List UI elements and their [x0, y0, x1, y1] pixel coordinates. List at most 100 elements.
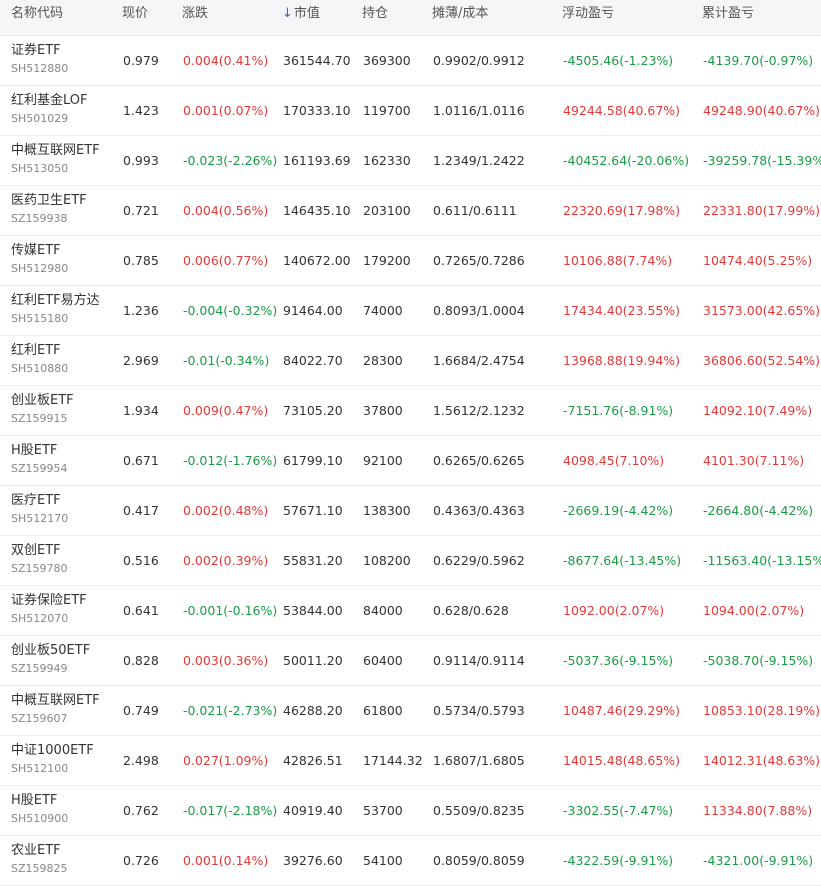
position-qty: 119700 — [363, 103, 411, 118]
table-row[interactable]: 红利基金LOF SH501029 1.423 0.001(0.07%) 1703… — [0, 86, 821, 136]
table-row[interactable]: 中概互联网ETF SH513050 0.993 -0.023(-2.26%) 1… — [0, 136, 821, 186]
current-price: 0.417 — [123, 503, 159, 518]
fund-name-code: 红利ETF易方达 SH515180 — [11, 291, 100, 327]
table-row[interactable]: 中概互联网ETF SZ159607 0.749 -0.021(-2.73%) 4… — [0, 686, 821, 736]
current-price: 1.934 — [123, 403, 159, 418]
header-price[interactable]: 现价 — [122, 0, 148, 28]
fund-name: 创业板ETF — [11, 393, 74, 408]
fund-name: 红利基金LOF — [11, 93, 88, 108]
current-price: 0.641 — [123, 603, 159, 618]
fund-code: SZ159954 — [11, 462, 68, 475]
table-row[interactable]: 医疗ETF SH512170 0.417 0.002(0.48%) 57671.… — [0, 486, 821, 536]
market-value: 170333.10 — [283, 103, 351, 118]
header-name-code[interactable]: 名称代码 — [11, 0, 63, 28]
current-price: 0.785 — [123, 253, 159, 268]
fund-name-code: 医疗ETF SH512170 — [11, 491, 68, 527]
header-total-pl[interactable]: 累计盈亏 — [702, 0, 754, 28]
cumulative-pl: 36806.60(52.54%) — [703, 353, 821, 368]
cumulative-pl: -39259.78(-15.39%) — [703, 153, 821, 168]
current-price: 0.979 — [123, 53, 159, 68]
position-qty: 54100 — [363, 853, 403, 868]
market-value: 61799.10 — [283, 453, 343, 468]
market-value: 39276.60 — [283, 853, 343, 868]
floating-pl: 10106.88(7.74%) — [563, 253, 673, 268]
table-row[interactable]: 红利ETF易方达 SH515180 1.236 -0.004(-0.32%) 9… — [0, 286, 821, 336]
fund-name-code: 红利基金LOF SH501029 — [11, 91, 88, 127]
holdings-list: 证券ETF SH512880 0.979 0.004(0.41%) 361544… — [0, 36, 821, 886]
fund-name-code: 创业板50ETF SZ159949 — [11, 641, 90, 677]
price-change: 0.003(0.36%) — [183, 653, 269, 668]
floating-pl: 13968.88(19.94%) — [563, 353, 681, 368]
header-market-value[interactable]: ↓市值 — [282, 0, 320, 28]
header-float-pl[interactable]: 浮动盈亏 — [562, 0, 614, 28]
fund-name-code: 证券保险ETF SH512070 — [11, 591, 87, 627]
price-change: -0.001(-0.16%) — [183, 603, 278, 618]
table-row[interactable]: 证券保险ETF SH512070 0.641 -0.001(-0.16%) 53… — [0, 586, 821, 636]
cost-basis: 0.628/0.628 — [433, 603, 509, 618]
position-qty: 108200 — [363, 553, 411, 568]
header-position[interactable]: 持仓 — [362, 0, 388, 28]
table-row[interactable]: H股ETF SH510900 0.762 -0.017(-2.18%) 4091… — [0, 786, 821, 836]
market-value: 57671.10 — [283, 503, 343, 518]
table-row[interactable]: 双创ETF SZ159780 0.516 0.002(0.39%) 55831.… — [0, 536, 821, 586]
fund-code: SZ159607 — [11, 712, 68, 725]
cumulative-pl: -4139.70(-0.97%) — [703, 53, 814, 68]
fund-code: SH510900 — [11, 812, 69, 825]
fund-code: SZ159825 — [11, 862, 68, 875]
position-qty: 53700 — [363, 803, 403, 818]
fund-name-code: 传媒ETF SH512980 — [11, 241, 68, 277]
fund-name: 中概互联网ETF — [11, 693, 100, 708]
header-change[interactable]: 涨跌 — [182, 0, 208, 28]
cost-basis: 0.6265/0.6265 — [433, 453, 525, 468]
market-value: 55831.20 — [283, 553, 343, 568]
table-row[interactable]: 证券ETF SH512880 0.979 0.004(0.41%) 361544… — [0, 36, 821, 86]
fund-code: SZ159949 — [11, 662, 68, 675]
market-value: 46288.20 — [283, 703, 343, 718]
fund-name: 医药卫生ETF — [11, 193, 87, 208]
cost-basis: 1.6807/1.6805 — [433, 753, 525, 768]
current-price: 1.236 — [123, 303, 159, 318]
fund-name: 中证1000ETF — [11, 743, 94, 758]
fund-name-code: H股ETF SH510900 — [11, 791, 68, 827]
header-market-value-label: 市值 — [293, 6, 320, 21]
table-row[interactable]: 农业ETF SZ159825 0.726 0.001(0.14%) 39276.… — [0, 836, 821, 886]
market-value: 146435.10 — [283, 203, 351, 218]
cumulative-pl: 10474.40(5.25%) — [703, 253, 813, 268]
fund-name-code: 农业ETF SZ159825 — [11, 841, 68, 877]
price-change: 0.027(1.09%) — [183, 753, 269, 768]
market-value: 140672.00 — [283, 253, 351, 268]
table-row[interactable]: 传媒ETF SH512980 0.785 0.006(0.77%) 140672… — [0, 236, 821, 286]
fund-name-code: 中概互联网ETF SZ159607 — [11, 691, 100, 727]
cumulative-pl: 10853.10(28.19%) — [703, 703, 821, 718]
table-row[interactable]: 创业板50ETF SZ159949 0.828 0.003(0.36%) 500… — [0, 636, 821, 686]
fund-name: 红利ETF — [11, 343, 61, 358]
price-change: -0.012(-1.76%) — [183, 453, 278, 468]
fund-name: H股ETF — [11, 443, 58, 458]
fund-name: 证券ETF — [11, 43, 61, 58]
table-row[interactable]: H股ETF SZ159954 0.671 -0.012(-1.76%) 6179… — [0, 436, 821, 486]
fund-name: 传媒ETF — [11, 243, 61, 258]
cumulative-pl: -5038.70(-9.15%) — [703, 653, 814, 668]
cost-basis: 0.5734/0.5793 — [433, 703, 525, 718]
fund-name-code: 创业板ETF SZ159915 — [11, 391, 74, 427]
fund-name-code: 证券ETF SH512880 — [11, 41, 68, 77]
header-cost[interactable]: 摊薄/成本 — [432, 0, 488, 28]
position-qty: 138300 — [363, 503, 411, 518]
current-price: 0.762 — [123, 803, 159, 818]
table-row[interactable]: 中证1000ETF SH512100 2.498 0.027(1.09%) 42… — [0, 736, 821, 786]
price-change: 0.001(0.14%) — [183, 853, 269, 868]
table-row[interactable]: 创业板ETF SZ159915 1.934 0.009(0.47%) 73105… — [0, 386, 821, 436]
floating-pl: -40452.64(-20.06%) — [563, 153, 690, 168]
market-value: 53844.00 — [283, 603, 343, 618]
fund-code: SH510880 — [11, 362, 69, 375]
cost-basis: 0.9114/0.9114 — [433, 653, 525, 668]
position-qty: 74000 — [363, 303, 403, 318]
current-price: 0.516 — [123, 553, 159, 568]
current-price: 0.721 — [123, 203, 159, 218]
fund-code: SH501029 — [11, 112, 69, 125]
position-qty: 28300 — [363, 353, 403, 368]
table-row[interactable]: 红利ETF SH510880 2.969 -0.01(-0.34%) 84022… — [0, 336, 821, 386]
price-change: 0.006(0.77%) — [183, 253, 269, 268]
table-row[interactable]: 医药卫生ETF SZ159938 0.721 0.004(0.56%) 1464… — [0, 186, 821, 236]
cumulative-pl: 14012.31(48.63%) — [703, 753, 821, 768]
